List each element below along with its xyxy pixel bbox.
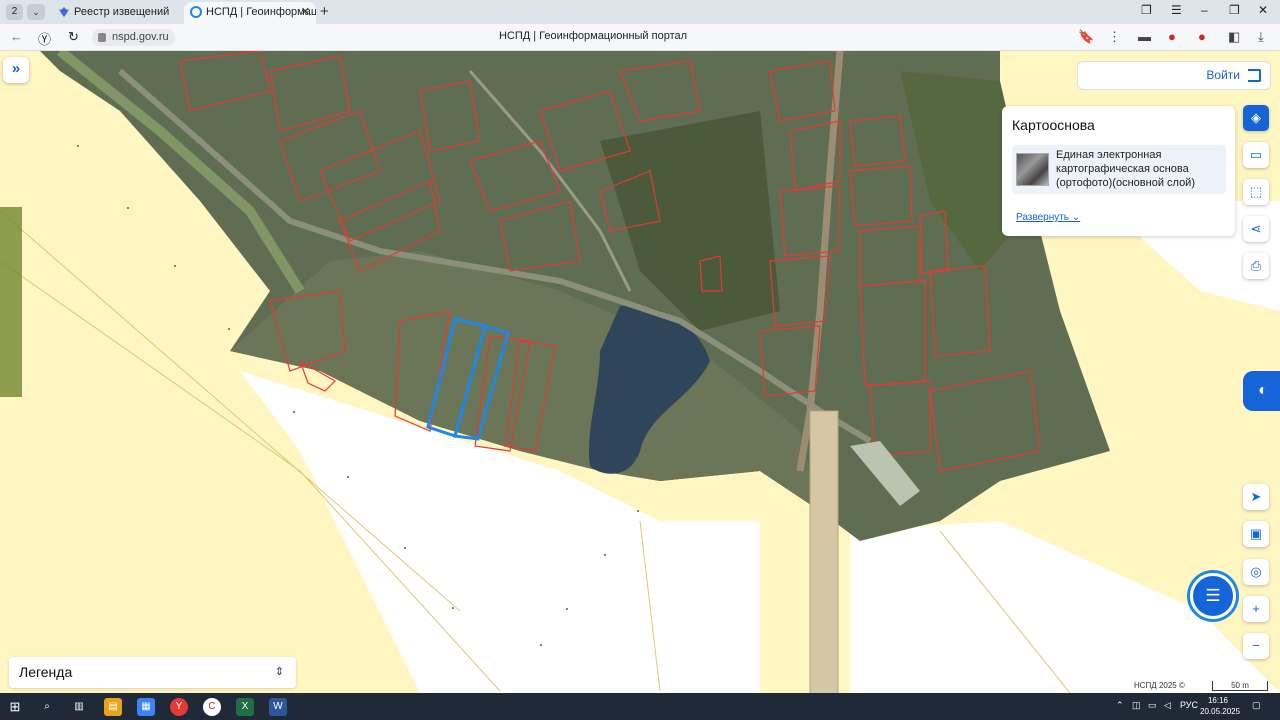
print-icon[interactable]: ⎙ [1243,253,1269,279]
expand-label: Развернуть [1016,212,1070,223]
volume-icon[interactable]: ◁ [1164,700,1171,711]
word-icon[interactable]: W [269,698,287,716]
scale-bar: 50 m [1212,681,1268,691]
legend-label: Легенда [19,664,73,680]
copyright-text: НСПД 2025 © [1131,681,1188,690]
basemap-title: Картооснова [1012,117,1095,133]
ruler-icon[interactable]: ▭ [1243,142,1269,168]
tab-count-badge[interactable]: 2 [6,4,23,20]
new-tab-icon[interactable]: + [320,3,329,20]
zoom-in-icon[interactable]: + [1243,596,1269,622]
excel-icon[interactable]: X [236,698,254,716]
clock-time: 16:16 [1207,696,1229,705]
clock-date: 20.05.2025 [1200,707,1241,716]
chat-icon[interactable]: ☰ [1190,573,1236,619]
assistant-icon[interactable]: ◐ [1243,371,1280,411]
clock[interactable]: 16:16 20.05.2025 [1200,695,1241,717]
close-tab-icon[interactable]: ✕ [301,2,310,22]
basemap-expand-link[interactable]: Развернуть ⌄ [1016,212,1080,223]
layers-icon[interactable]: ◈ [1243,105,1269,131]
store-icon[interactable]: ▦ [137,698,155,716]
basemap-layer-item[interactable]: Единая электронная картографическая осно… [1012,145,1226,194]
legend-toggle[interactable]: Легенда ⇕ [9,657,296,688]
extension-emblem-icon[interactable]: ● [1198,29,1206,44]
language-indicator[interactable]: РУС [1180,700,1198,710]
tab-label: НСПД | Геоинформаци [206,6,316,18]
nspd-favicon-icon [190,6,202,18]
eagle-icon [59,7,69,17]
download-icon[interactable]: ⤓ [1258,29,1264,45]
menu-icon[interactable]: ☰ [1171,3,1182,17]
app-icon[interactable]: C [203,698,221,716]
share-icon[interactable]: ⋖ [1243,216,1269,242]
windows-taskbar: ⊞ ⌕ ▥ ▤ ▦ Y C X W ⌃ ◫ ▭ ◁ РУС 16:16 20.0… [0,693,1280,720]
geolocation-icon[interactable]: ◎ [1243,559,1269,585]
login-icon [1248,69,1261,82]
map-canvas[interactable]: » Войти Картооснова Единая электронная к… [0,51,1280,693]
notifications-icon[interactable]: ▢ [1252,700,1261,711]
expand-panel-button[interactable]: » [3,57,29,83]
tab-list-chevron-icon[interactable]: ⌄ [27,4,45,20]
tab-nspd[interactable]: НСПД | Геоинформаци ✕ [184,2,316,24]
sidebar-icon[interactable]: ◧ [1228,29,1240,45]
page-title: НСПД | Геоинформационный портал [498,30,688,42]
minimize-icon[interactable]: – [1201,3,1208,17]
area-select-icon[interactable]: ⬚ [1243,179,1269,205]
login-label: Войти [1206,68,1240,82]
file-explorer-icon[interactable]: ▤ [104,698,122,716]
login-button[interactable]: Войти [1077,61,1271,90]
yandex-browser-icon[interactable]: Y [170,698,188,716]
task-view-icon[interactable]: ▥ [70,698,88,716]
expand-collapse-icon: ⇕ [274,666,284,678]
tray-chevron-icon[interactable]: ⌃ [1116,700,1124,711]
minimap-icon[interactable]: ▣ [1243,521,1269,547]
close-window-icon[interactable]: ✕ [1258,3,1268,17]
tab-registry[interactable]: Реестр извещений [52,2,180,24]
basemap-layer-name: Единая электронная картографическая осно… [1056,149,1195,189]
basemap-thumbnail [1016,153,1049,186]
windows-start-icon[interactable]: ⊞ [6,698,24,716]
display-icon[interactable]: ▭ [1148,700,1157,711]
network-icon[interactable]: ◫ [1132,700,1141,711]
collections-icon[interactable]: ❐ [1141,3,1152,17]
zoom-out-icon[interactable]: − [1243,633,1269,659]
basemap-panel: Картооснова Единая электронная картограф… [1002,106,1235,236]
browser-tab-bar: 2 ⌄ Реестр извещений НСПД | Геоинформаци… [0,0,1280,24]
restore-icon[interactable]: ❐ [1229,3,1240,17]
search-icon[interactable]: ⌕ [38,698,56,716]
locate-icon[interactable]: ➤ [1243,484,1269,510]
tab-label: Реестр извещений [74,6,170,18]
